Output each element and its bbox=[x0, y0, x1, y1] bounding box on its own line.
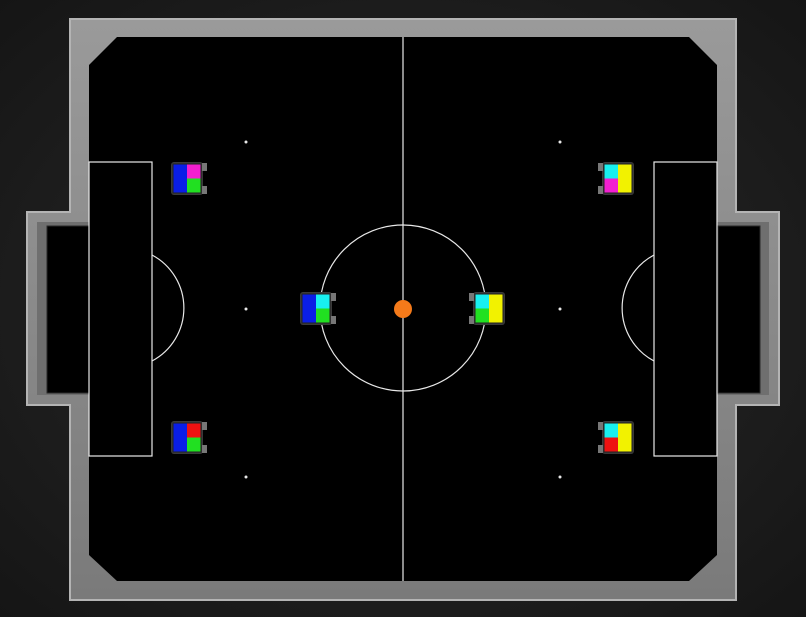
ball[interactable] bbox=[394, 300, 412, 318]
mark-dot bbox=[244, 140, 248, 144]
team-color-patch bbox=[618, 423, 632, 452]
id-color-patch bbox=[187, 437, 201, 452]
id-color-patch bbox=[316, 294, 330, 309]
robot-blue-1[interactable] bbox=[171, 162, 207, 195]
robot-wheel bbox=[469, 316, 474, 324]
robot-wheel bbox=[331, 293, 336, 301]
left-goal bbox=[46, 225, 90, 394]
robot-yellow-3[interactable] bbox=[598, 421, 634, 454]
id-color-patch bbox=[475, 308, 489, 323]
mark-dot bbox=[558, 475, 562, 479]
robot-wheel bbox=[598, 422, 603, 430]
robot-wheel bbox=[331, 316, 336, 324]
team-color-patch bbox=[173, 423, 187, 452]
mark-dot bbox=[244, 475, 248, 479]
robot-wheel bbox=[598, 445, 603, 453]
id-color-patch bbox=[604, 423, 618, 438]
id-color-patch bbox=[187, 423, 201, 438]
robot-wheel bbox=[202, 445, 207, 453]
team-color-patch bbox=[489, 294, 503, 323]
id-color-patch bbox=[316, 308, 330, 323]
robot-blue-2[interactable] bbox=[300, 292, 336, 325]
robot-wheel bbox=[202, 186, 207, 194]
soccer-field-scene bbox=[26, 18, 780, 601]
robot-blue-3[interactable] bbox=[171, 421, 207, 454]
team-color-patch bbox=[173, 164, 187, 193]
robot-wheel bbox=[598, 163, 603, 171]
team-color-patch bbox=[302, 294, 316, 323]
mark-dot bbox=[244, 307, 248, 311]
id-color-patch bbox=[604, 437, 618, 452]
robot-wheel bbox=[202, 163, 207, 171]
mark-dot bbox=[558, 307, 562, 311]
id-color-patch bbox=[475, 294, 489, 309]
robot-yellow-1[interactable] bbox=[598, 162, 634, 195]
id-color-patch bbox=[187, 164, 201, 179]
id-color-patch bbox=[604, 164, 618, 179]
robot-wheel bbox=[469, 293, 474, 301]
mark-dot bbox=[558, 140, 562, 144]
robot-yellow-2[interactable] bbox=[469, 292, 505, 325]
right-goal bbox=[717, 225, 761, 394]
team-color-patch bbox=[618, 164, 632, 193]
id-color-patch bbox=[187, 178, 201, 193]
robot-wheel bbox=[202, 422, 207, 430]
robot-wheel bbox=[598, 186, 603, 194]
id-color-patch bbox=[604, 178, 618, 193]
